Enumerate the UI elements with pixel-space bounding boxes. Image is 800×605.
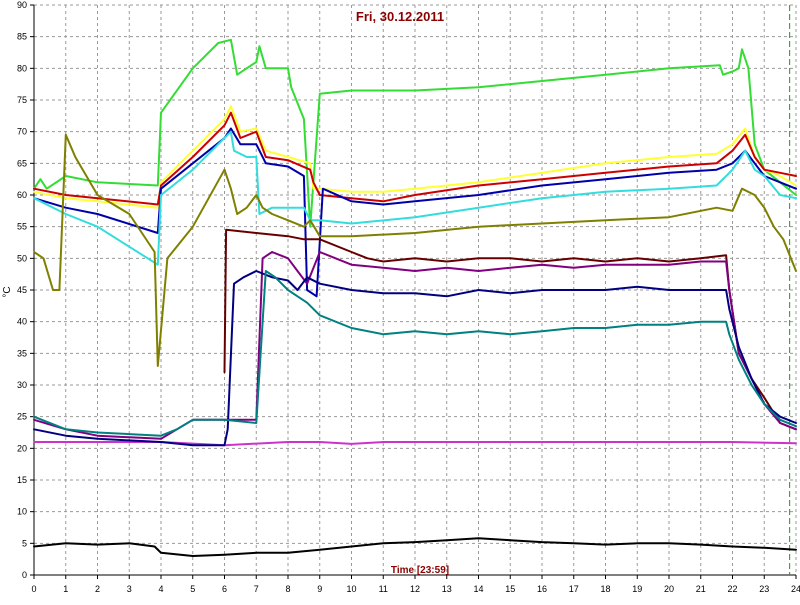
x-tick-label: 10 [346,584,356,594]
y-tick-label: 30 [17,380,27,390]
x-tick-label: 17 [569,584,579,594]
x-axis-label: Time [23:59] [391,565,449,576]
x-tick-label: 11 [379,584,388,594]
x-tick-label: 20 [664,584,674,594]
line-chart: 0510152025303540455055606570758085900 1 2 3… [0,0,800,600]
x-tick-label: 3 [127,584,132,594]
y-tick-label: 20 [17,443,27,453]
y-tick-label: 85 [17,32,27,42]
x-tick-label: 13 [442,584,452,594]
x-tick-label: 4 [158,584,163,594]
x-tick-label: 22 [727,584,737,594]
x-tick-label: 21 [696,584,706,594]
x-tick-label: 24 [791,584,800,594]
x-tick-label: 9 [317,584,322,594]
y-tick-label: 80 [17,63,27,73]
chart-title: Fri, 30.12.2011 [356,9,444,24]
y-tick-label: 90 [17,0,27,10]
x-tick-label: 6 [222,584,227,594]
y-tick-label: 10 [17,507,27,517]
x-tick-label: 7 [254,584,259,594]
y-tick-label: 25 [17,412,27,422]
y-tick-label: 40 [17,317,27,327]
x-tick-label: 14 [473,584,483,594]
y-tick-label: 70 [17,127,27,137]
x-tick-label: 2 [95,584,100,594]
y-tick-label: 0 [22,570,27,580]
x-tick-label: 19 [632,584,642,594]
x-tick-label: 16 [537,584,547,594]
x-tick-label: 1 [63,584,68,594]
y-tick-label: 5 [22,538,27,548]
y-tick-label: 45 [17,285,27,295]
x-tick-label: 8 [285,584,290,594]
y-axis-label: °C [2,286,13,297]
x-tick-label: 0 [31,584,36,594]
x-tick-label: 12 [410,584,420,594]
x-tick-label: 15 [505,584,515,594]
x-tick-label: 18 [600,584,610,594]
y-tick-label: 60 [17,190,27,200]
x-tick-label: 23 [759,584,769,594]
y-tick-label: 75 [17,95,27,105]
y-tick-label: 65 [17,158,27,168]
y-tick-label: 55 [17,222,27,232]
x-tick-label: 5 [190,584,195,594]
y-tick-label: 35 [17,348,27,358]
y-tick-label: 50 [17,253,27,263]
y-tick-label: 15 [17,475,27,485]
chart: 0 5 10 15 20 25 30 35 40 45 50 55 60 65 70 75 80 85 90 0 1 2 3… [0,0,800,600]
